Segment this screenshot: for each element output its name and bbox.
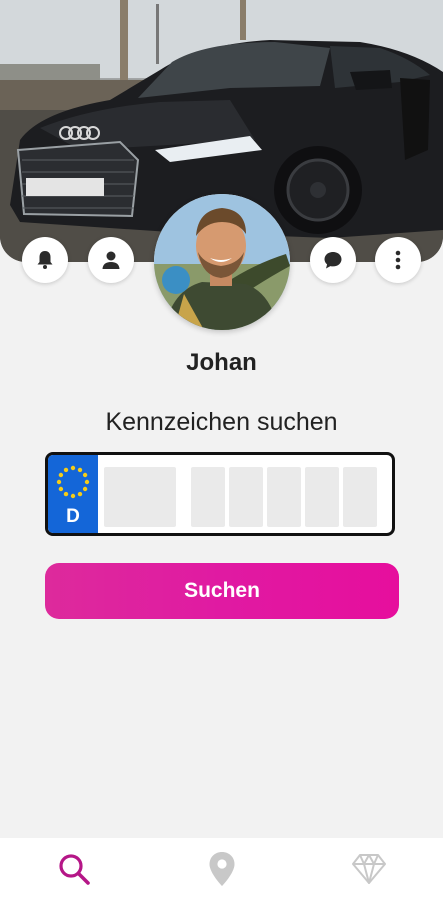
diamond-icon xyxy=(352,854,387,884)
eu-band: D xyxy=(48,455,98,533)
plate-digit-field-2[interactable] xyxy=(305,467,339,527)
chat-bubble-icon xyxy=(324,252,342,269)
nav-item-premium[interactable] xyxy=(295,838,443,900)
avatar[interactable] xyxy=(154,194,290,330)
plate-digit-field-3[interactable] xyxy=(343,467,377,527)
country-code: D xyxy=(66,506,80,527)
bell-icon xyxy=(37,251,53,269)
license-plate-input[interactable]: D xyxy=(45,452,395,536)
nav-item-search[interactable] xyxy=(0,838,148,900)
profile-name: Johan xyxy=(186,349,257,376)
plate-letter-field-2[interactable] xyxy=(229,467,263,527)
notifications-button[interactable] xyxy=(22,237,68,283)
search-button[interactable]: Suchen xyxy=(45,563,399,619)
more-options-button[interactable] xyxy=(375,237,421,283)
person-icon xyxy=(102,251,120,269)
search-icon xyxy=(59,854,90,885)
avatar-photo xyxy=(154,194,290,330)
plate-letter-field-1[interactable] xyxy=(191,467,225,527)
bottom-navigation xyxy=(0,838,443,900)
nav-item-location[interactable] xyxy=(148,838,296,900)
more-vertical-icon xyxy=(395,250,401,270)
eu-stars-icon xyxy=(56,465,90,499)
chat-button[interactable] xyxy=(310,237,356,283)
search-title: Kennzeichen suchen xyxy=(105,408,338,436)
profile-button[interactable] xyxy=(88,237,134,283)
plate-region-field[interactable] xyxy=(104,467,176,527)
plate-digit-field-1[interactable] xyxy=(267,467,301,527)
location-pin-icon xyxy=(209,852,234,886)
